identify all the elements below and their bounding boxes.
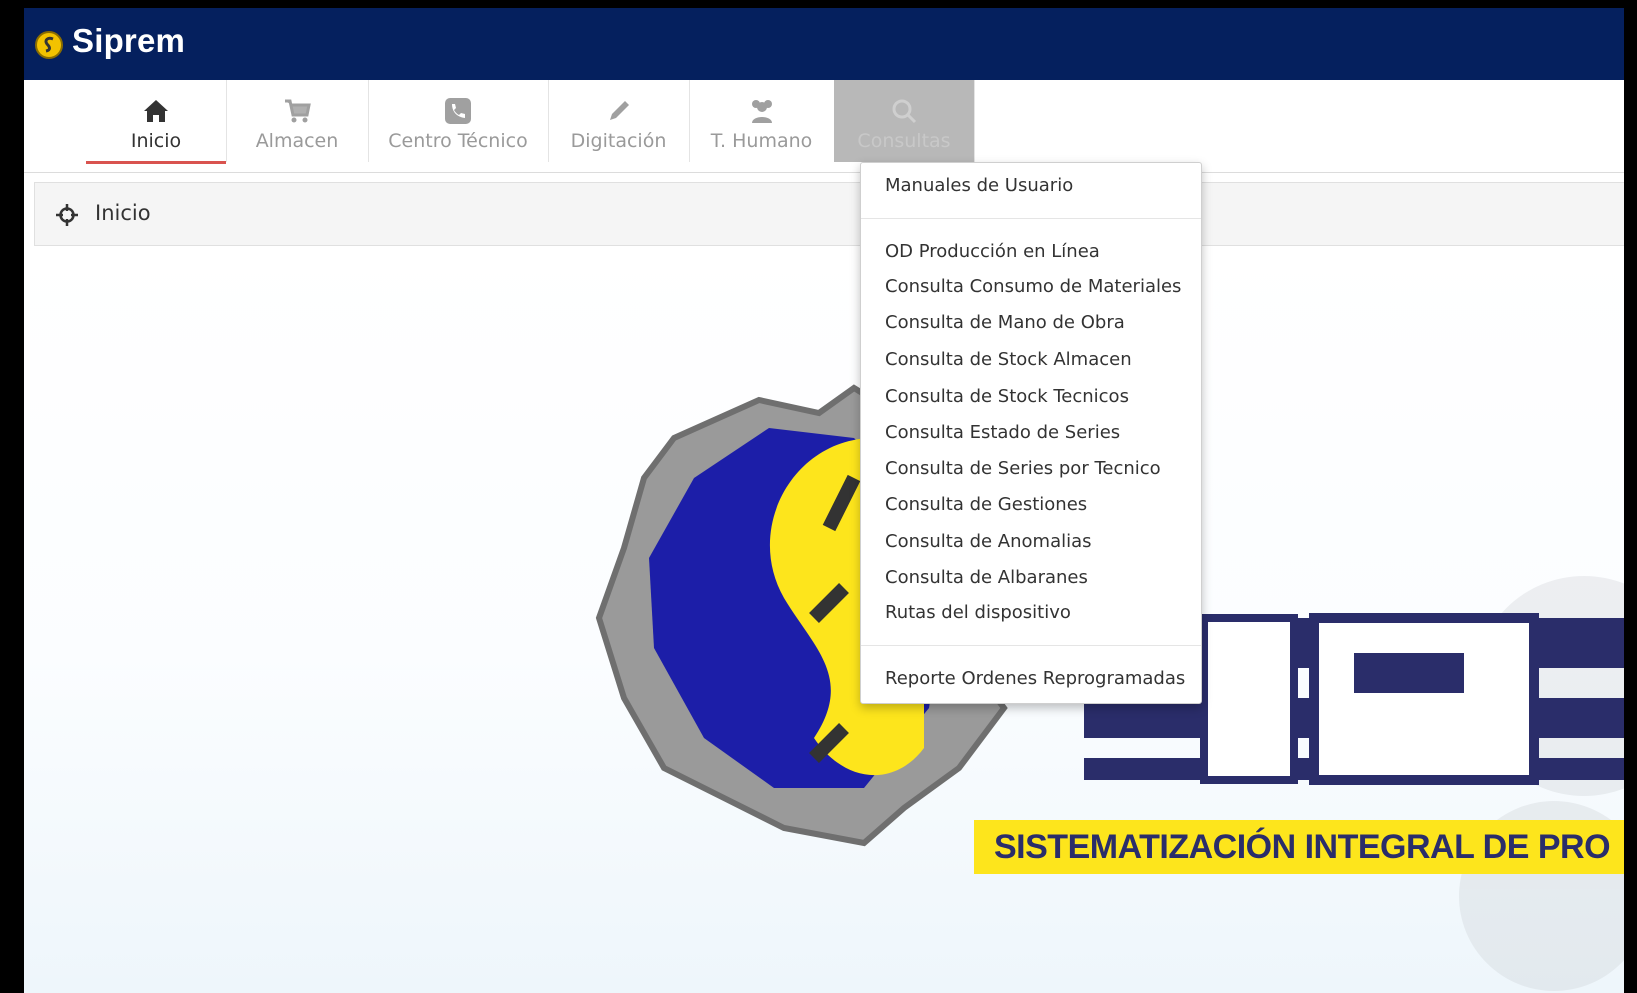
menu-item-od-produccion[interactable]: OD Producción en Línea [861,235,1201,269]
tagline-banner: SISTEMATIZACIÓN INTEGRAL DE PRO [974,820,1624,874]
nav-label: Almacen [255,130,339,152]
pencil-icon [609,101,629,120]
nav-item-almacen[interactable]: Almacen [226,80,369,162]
menu-item-stock-almacen[interactable]: Consulta de Stock Almacen [861,343,1201,377]
menu-item-mano-obra[interactable]: Consulta de Mano de Obra [861,306,1201,340]
nav-label: Centro Técnico [388,130,528,152]
app-title: Siprem [72,22,186,59]
active-underline [86,161,226,164]
phone-icon [445,98,471,124]
menu-item-albaranes[interactable]: Consulta de Albaranes [861,561,1201,595]
menu-item-anomalias[interactable]: Consulta de Anomalias [861,525,1201,559]
nav-label: T. Humano [710,130,813,152]
users-icon [751,100,772,123]
app-window: Siprem Inicio Almacen Centro Técnico Dig… [24,8,1624,993]
nav-label: Inicio [130,130,182,152]
menu-item-stock-tecnicos[interactable]: Consulta de Stock Tecnicos [861,380,1201,414]
search-icon [892,99,917,124]
menu-divider [861,218,1201,219]
nav-item-inicio[interactable]: Inicio [86,80,227,164]
menu-item-series-tecnico[interactable]: Consulta de Series por Tecnico [861,452,1201,486]
breadcrumb-label: Inicio [95,201,151,225]
menu-divider [861,645,1201,646]
crosshairs-icon [56,204,78,226]
window-edge [1624,0,1637,993]
tagline-text: SISTEMATIZACIÓN INTEGRAL DE PRO [994,828,1611,866]
cart-icon [285,99,311,123]
nav-item-digitacion[interactable]: Digitación [548,80,690,162]
menu-item-estado-series[interactable]: Consulta Estado de Series [861,416,1201,450]
brand-logo-icon [35,31,63,59]
consultas-dropdown-menu: Manuales de Usuario OD Producción en Lín… [860,162,1202,704]
home-icon [144,100,168,122]
main-nav: Inicio Almacen Centro Técnico Digitación [24,80,1624,173]
menu-item-manuales[interactable]: Manuales de Usuario [861,169,1201,203]
nav-item-consultas[interactable]: Consultas [834,80,975,162]
nav-item-centro-tecnico[interactable]: Centro Técnico [368,80,549,162]
nav-item-t-humano[interactable]: T. Humano [689,80,835,162]
siprem-hero-logo [595,384,1624,991]
home-content: SISTEMATIZACIÓN INTEGRAL DE PRO [24,246,1624,993]
breadcrumb: Inicio [34,182,1624,246]
nav-label: Digitación [570,130,667,152]
menu-item-rutas-dispositivo[interactable]: Rutas del dispositivo [861,596,1201,630]
top-bar: Siprem [24,8,1624,80]
nav-label: Consultas [857,130,951,152]
menu-item-gestiones[interactable]: Consulta de Gestiones [861,488,1201,522]
menu-item-reporte-reprogramadas[interactable]: Reporte Ordenes Reprogramadas [861,662,1201,696]
menu-item-consumo-materiales[interactable]: Consulta Consumo de Materiales [861,270,1201,304]
